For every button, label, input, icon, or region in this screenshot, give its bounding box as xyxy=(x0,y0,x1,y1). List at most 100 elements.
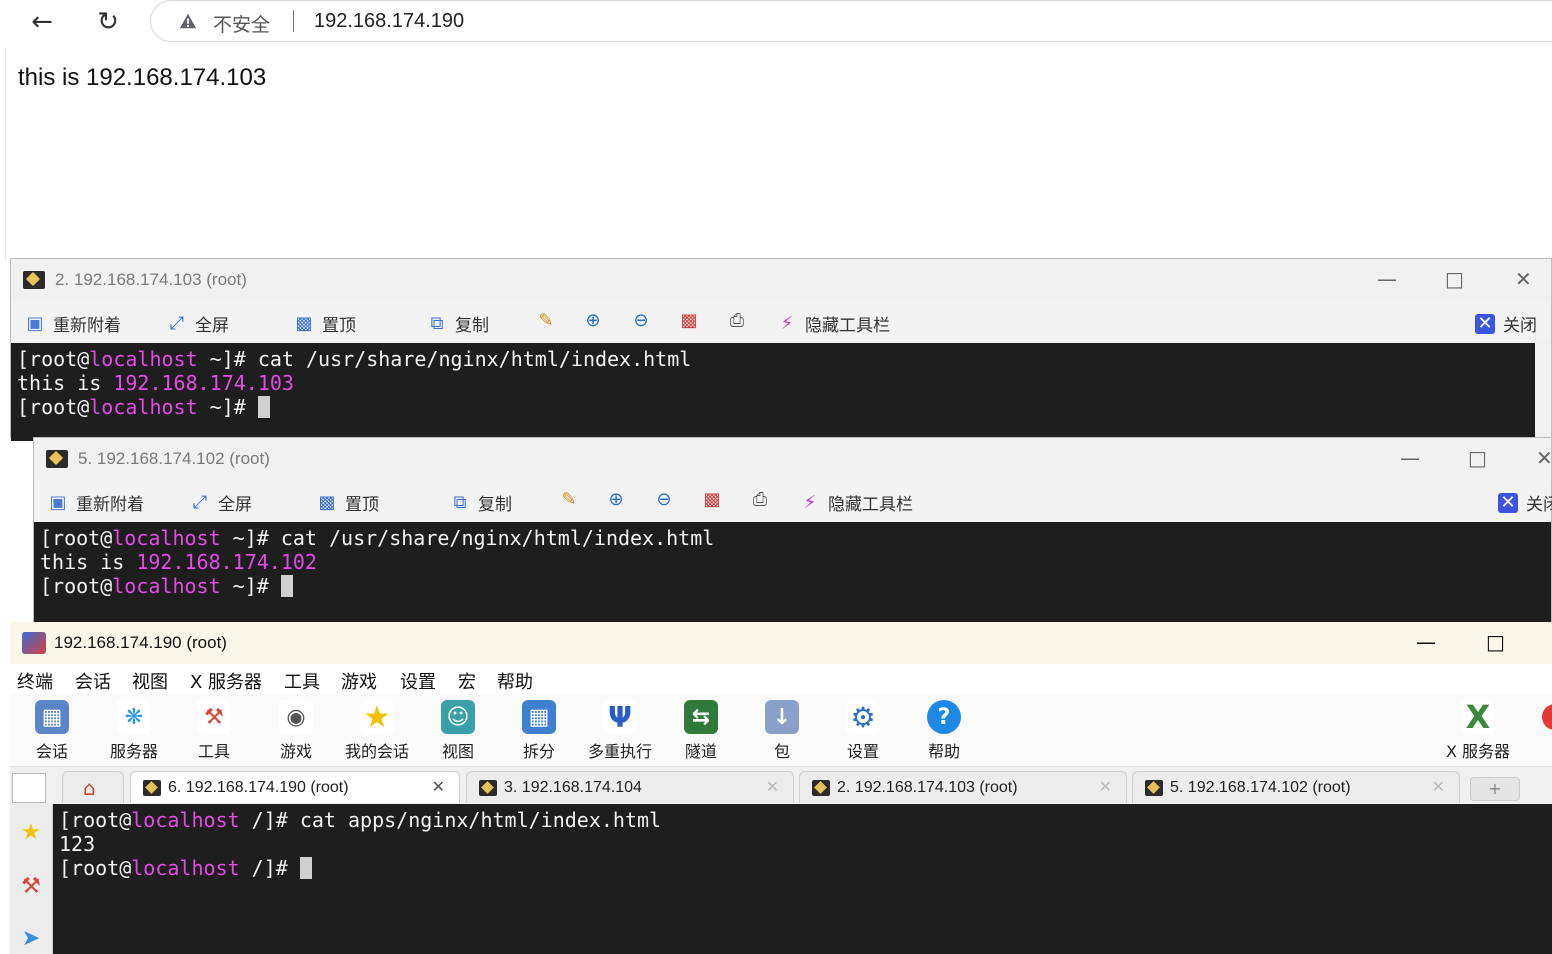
hide-toolbar-button[interactable]: ⚡ 隐藏工具栏 xyxy=(777,311,890,336)
tool-label: 工具 xyxy=(197,742,230,761)
back-button[interactable]: ← xyxy=(24,6,60,38)
tab-bar: ⌂ 6. 192.168.174.190 (root) ✕ 3. 192.168… xyxy=(10,766,1552,805)
terminal-area[interactable]: [root@localhost ~]# cat /usr/share/nginx… xyxy=(34,522,1551,626)
menu-xserver[interactable]: X 服务器 xyxy=(190,668,262,694)
exit-icon[interactable] xyxy=(1542,704,1552,730)
menu-settings[interactable]: 设置 xyxy=(400,668,436,694)
tab-session-190[interactable]: 6. 192.168.174.190 (root) ✕ xyxy=(130,771,460,803)
menu-session[interactable]: 会话 xyxy=(75,668,111,694)
hide-toolbar-button[interactable]: ⚡ 隐藏工具栏 xyxy=(800,490,913,515)
pin-button[interactable]: ▩ 置顶 xyxy=(317,490,379,515)
pin-button[interactable]: ▩ 置顶 xyxy=(294,311,356,336)
url-text[interactable]: 192.168.174.190 xyxy=(314,10,464,33)
terminal-line: [root@localhost ~]# cat /usr/share/nginx… xyxy=(17,347,692,371)
tool-label: 会话 xyxy=(35,742,68,761)
tools-icon[interactable]: ⚒ xyxy=(18,874,44,900)
hide-toolbar-label: 隐藏工具栏 xyxy=(828,495,913,515)
close-toolbar-button[interactable]: ✕ 关闭 xyxy=(1475,311,1537,336)
tools-icon: ⚒ xyxy=(197,700,231,734)
tools-tool[interactable]: ⚒ 工具 xyxy=(178,700,250,762)
edit-button[interactable]: ✎ xyxy=(559,490,587,510)
minimize-button[interactable]: — xyxy=(1400,446,1420,470)
close-button[interactable]: ✕ xyxy=(1536,446,1552,470)
fullscreen-button[interactable]: ⤢ 全屏 xyxy=(167,311,229,336)
fullscreen-button[interactable]: ⤢ 全屏 xyxy=(190,490,252,515)
split-tool[interactable]: ▦ 拆分 xyxy=(503,700,575,762)
pencil-icon: ✎ xyxy=(538,310,554,331)
tab-session-102[interactable]: 5. 192.168.174.102 (root) ✕ xyxy=(1132,771,1460,803)
my-sessions-tool[interactable]: ★ 我的会话 xyxy=(341,700,413,762)
terminal-line: [root@localhost ~]# xyxy=(17,395,1535,419)
edit-button[interactable]: ✎ xyxy=(536,311,564,331)
maximize-button[interactable]: □ xyxy=(1486,630,1505,654)
side-panel: ★ ⚒ ➤ xyxy=(10,804,53,954)
menu-games[interactable]: 游戏 xyxy=(341,668,377,694)
gear-icon: ⚙ xyxy=(846,700,880,734)
zoom-in-button[interactable]: ⊕ xyxy=(606,490,634,510)
menu-macro[interactable]: 宏 xyxy=(458,668,476,694)
clipboard-icon: ▣ xyxy=(49,491,67,513)
save-button[interactable]: ▩ xyxy=(702,490,730,510)
view-tool[interactable]: ☺ 视图 xyxy=(422,700,494,762)
close-button[interactable]: ✕ xyxy=(1515,267,1532,291)
menu-tools[interactable]: 工具 xyxy=(284,668,320,694)
tab-session-103[interactable]: 2. 192.168.174.103 (root) ✕ xyxy=(799,771,1127,803)
tab-close-icon[interactable]: ✕ xyxy=(432,777,445,796)
games-tool[interactable]: ◉ 游戏 xyxy=(260,700,332,762)
zoom-in-button[interactable]: ⊕ xyxy=(583,311,611,331)
tab-close-icon[interactable]: ✕ xyxy=(766,777,779,796)
sidebar-toggle[interactable] xyxy=(12,773,46,803)
zoom-out-button[interactable]: ⊖ xyxy=(631,311,659,331)
reattach-button[interactable]: ▣ 重新附着 xyxy=(25,311,121,336)
servers-tool[interactable]: ❋ 服务器 xyxy=(98,700,170,762)
save-icon: ▩ xyxy=(703,489,721,510)
zoom-out-icon: ⊖ xyxy=(656,489,672,510)
menu-help[interactable]: 帮助 xyxy=(497,668,533,694)
putty-icon xyxy=(46,450,68,468)
save-button[interactable]: ▩ xyxy=(679,311,707,331)
tab-close-icon[interactable]: ✕ xyxy=(1099,777,1112,796)
reload-button[interactable]: ↻ xyxy=(90,6,126,38)
star-icon[interactable]: ★ xyxy=(18,820,44,846)
multi-exec-tool[interactable]: Ψ 多重执行 xyxy=(584,700,656,762)
menu-terminal[interactable]: 终端 xyxy=(17,668,53,694)
packages-tool[interactable]: ↓ 包 xyxy=(746,700,818,762)
print-button[interactable]: ⎙ xyxy=(727,311,755,331)
star-icon: ★ xyxy=(360,700,394,735)
window-titlebar[interactable]: 2. 192.168.174.103 (root) — □ ✕ xyxy=(11,259,1551,301)
send-icon[interactable]: ➤ xyxy=(18,926,44,952)
menu-view[interactable]: 视图 xyxy=(132,668,168,694)
main-terminal-area[interactable]: [root@localhost /]# cat apps/nginx/html/… xyxy=(53,804,1552,954)
terminal-line: [root@localhost /]# cat apps/nginx/html/… xyxy=(59,808,662,832)
tab-close-icon[interactable]: ✕ xyxy=(1432,777,1445,796)
zoom-out-button[interactable]: ⊖ xyxy=(654,490,682,510)
copy-button[interactable]: ⧉ 复制 xyxy=(450,490,512,515)
security-status[interactable]: 不安全 xyxy=(213,10,270,37)
session-tool[interactable]: ▦ 会话 xyxy=(16,700,88,762)
minimize-button[interactable]: — xyxy=(1377,267,1397,291)
reattach-button[interactable]: ▣ 重新附着 xyxy=(48,490,144,515)
close-toolbar-button[interactable]: ✕ 关闭 xyxy=(1498,490,1552,515)
home-tab[interactable]: ⌂ xyxy=(62,771,124,803)
tab-session-104[interactable]: 3. 192.168.174.104 ✕ xyxy=(466,771,794,803)
maximize-button[interactable]: □ xyxy=(1468,446,1487,470)
copy-button[interactable]: ⧉ 复制 xyxy=(427,311,489,336)
help-tool[interactable]: ? 帮助 xyxy=(908,700,980,762)
xserver-tool[interactable]: X X 服务器 xyxy=(1434,698,1522,762)
maximize-button[interactable]: □ xyxy=(1445,267,1464,291)
hide-toolbar-label: 隐藏工具栏 xyxy=(805,316,890,336)
save-icon: ▩ xyxy=(680,310,698,331)
settings-tool[interactable]: ⚙ 设置 xyxy=(827,700,899,762)
print-button[interactable]: ⎙ xyxy=(750,490,778,510)
clipboard-icon: ▣ xyxy=(26,312,44,334)
main-window-titlebar[interactable]: 192.168.174.190 (root) — □ xyxy=(10,622,1552,664)
minimize-button[interactable]: — xyxy=(1416,630,1436,654)
terminal-area[interactable]: [root@localhost ~]# cat /usr/share/nginx… xyxy=(11,343,1535,441)
copy-label: 复制 xyxy=(478,495,512,515)
window-titlebar[interactable]: 5. 192.168.174.102 (root) — □ ✕ xyxy=(34,438,1552,480)
new-tab-button[interactable]: + xyxy=(1470,777,1520,801)
address-bar[interactable]: 不安全 192.168.174.190 xyxy=(150,0,1552,42)
tunnel-tool[interactable]: ⇆ 隧道 xyxy=(665,700,737,762)
close-label: 关闭 xyxy=(1526,495,1552,515)
home-icon: ⌂ xyxy=(83,776,96,800)
